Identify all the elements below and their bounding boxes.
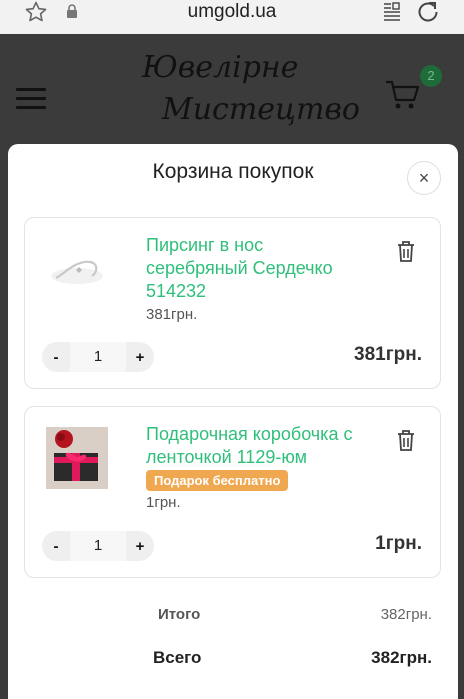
quantity-stepper: - 1 + — [42, 342, 154, 372]
item-line-total: 1грн. — [375, 533, 422, 554]
subtotal-value: 382грн. — [380, 606, 432, 623]
subtotal-label: Итого — [158, 606, 201, 623]
cart-item: Подарочная коробочка с ленточкой 1129-юм… — [24, 406, 441, 578]
quantity-value[interactable]: 1 — [70, 342, 126, 372]
reader-icon[interactable] — [382, 1, 402, 21]
browser-address-bar: umgold.ua — [0, 0, 464, 34]
quantity-stepper: - 1 + — [42, 531, 154, 561]
logo-line-2: Мистецтво — [162, 92, 360, 127]
product-image[interactable] — [46, 427, 108, 489]
trash-icon[interactable] — [396, 240, 416, 262]
close-button[interactable]: × — [407, 161, 441, 195]
increase-button[interactable]: + — [126, 538, 154, 555]
cart-count-badge: 2 — [420, 65, 442, 87]
item-name[interactable]: Подарочная коробочка с ленточкой 1129-юм — [146, 423, 366, 469]
quantity-value[interactable]: 1 — [70, 531, 126, 561]
decrease-button[interactable]: - — [42, 349, 70, 366]
item-name[interactable]: Пирсинг в нос серебряный Сердечко 514232 — [146, 234, 366, 303]
total-value: 382грн. — [371, 648, 432, 667]
cart-icon[interactable] — [384, 76, 420, 112]
site-header: Ювелірне Мистецтво 2 — [0, 36, 464, 146]
total-label: Всего — [153, 648, 202, 667]
trash-icon[interactable] — [396, 429, 416, 451]
site-logo[interactable]: Ювелірне Мистецтво — [138, 50, 360, 134]
item-unit-price: 1грн. — [146, 494, 181, 511]
cart-item: Пирсинг в нос серебряный Сердечко 514232… — [24, 217, 441, 389]
reload-icon[interactable] — [416, 0, 440, 24]
cart-title: Корзина покупок — [152, 160, 314, 183]
increase-button[interactable]: + — [126, 349, 154, 366]
logo-line-1: Ювелірне — [142, 50, 299, 85]
menu-icon[interactable] — [16, 88, 46, 110]
cart-panel: Корзина покупок × Пирсинг в нос серебрян… — [8, 144, 458, 699]
item-unit-price: 381грн. — [146, 306, 198, 323]
item-line-total: 381грн. — [354, 344, 422, 365]
gift-badge: Подарок бесплатно — [146, 470, 289, 491]
decrease-button[interactable]: - — [42, 538, 70, 555]
product-image[interactable] — [46, 238, 108, 300]
